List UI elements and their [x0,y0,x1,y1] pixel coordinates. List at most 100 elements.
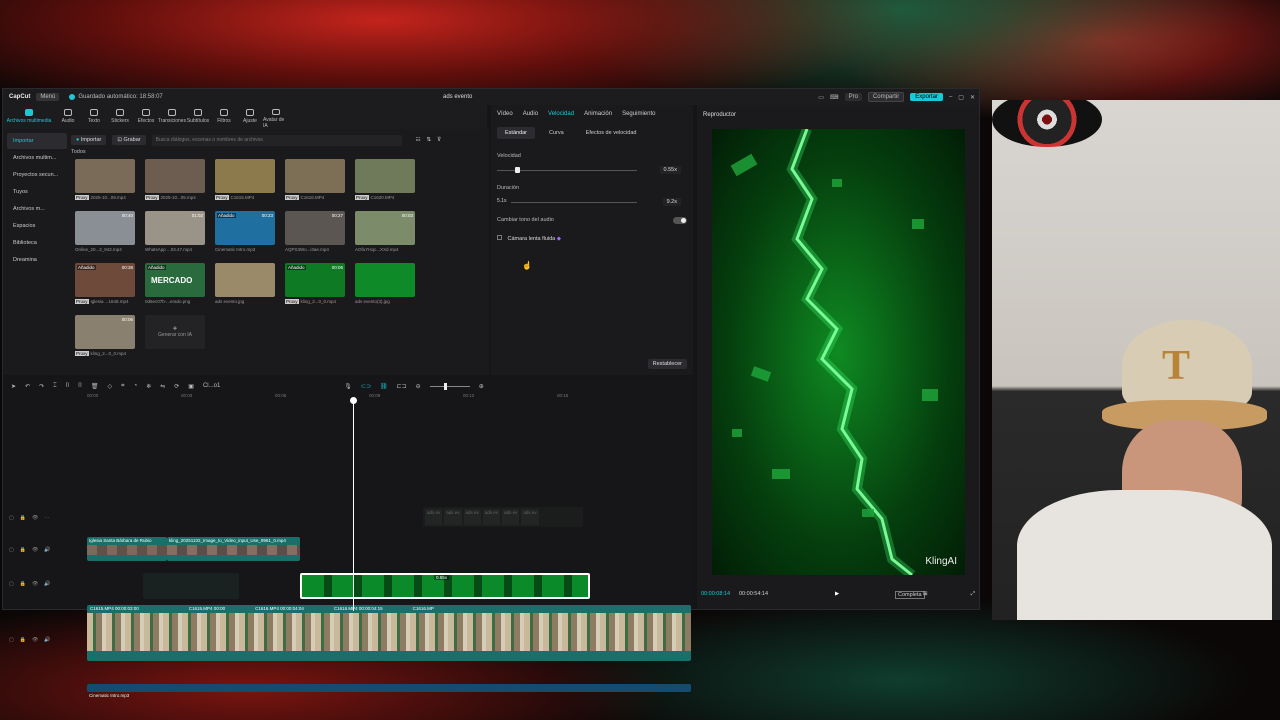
media-item[interactable]: ads evento(3).jpg [355,263,415,311]
delete-icon[interactable]: 🗑 [91,383,99,390]
sidebar-item-7[interactable]: Dreamina [7,252,67,268]
generate-ai-button[interactable]: ✚ Generar con IA [145,315,205,363]
media-item[interactable]: 00:06 Proxy kling_2...0_0.mp4 [75,315,135,363]
record-button[interactable]: ⊡ Grabar [112,135,146,145]
duration-value[interactable]: 9.2s [662,198,681,206]
tool-1[interactable]: Audio [55,105,81,129]
redo-icon[interactable]: ↷ [39,383,44,390]
menu-button[interactable]: Menú [36,93,60,101]
video-preview[interactable]: KlingAI [712,129,965,575]
shortcut-icon[interactable]: ⌨ [830,94,839,101]
minimize-icon[interactable]: – [949,94,952,100]
main-video-track[interactable]: C1615.MP4 00:00:03:00 C1615.MP4 00:00 C161… [87,605,691,661]
speed-value[interactable]: 0.55x [659,166,681,174]
tool-2[interactable]: Texto [81,105,107,129]
smooth-checkbox[interactable] [497,235,502,240]
media-item[interactable]: 00:03 AOfuYHqc...XXd.mp4 [355,211,415,259]
track-header-1[interactable]: ▢ 🔒 👁 ⋯ [9,515,49,521]
marker-icon[interactable]: ◇ [108,383,113,390]
media-item[interactable]: Añadido MERCADO 0d6ec07b-...erado.png [145,263,205,311]
tab-1[interactable]: Audio [523,111,538,117]
tab-0[interactable]: Vídeo [497,111,513,117]
split-left-icon[interactable]: ⌷ [66,383,70,390]
grid-view-icon[interactable]: ☷ [416,137,421,143]
media-item[interactable]: 00:06 Añadido Proxy kling_2...0_0.mp4 [285,263,345,311]
zoom-label[interactable]: Cl...o1 [203,383,220,389]
import-button[interactable]: ● Importar [71,135,107,145]
speed-slider[interactable]: 0.55x [497,165,687,175]
subtab-1[interactable]: Curva [541,127,572,139]
mirror-icon[interactable]: ⇋ [160,383,165,390]
clip-kling[interactable]: kling_20251102_Image_to_Video_input_Use_… [167,537,300,561]
tool-8[interactable]: Ajuste [237,105,263,129]
audio-track[interactable]: Cinematic Intro.mp3 [87,684,691,698]
play-icon[interactable]: ▶ [835,591,839,597]
freeze-icon[interactable]: ❄ [146,383,151,390]
track-header-main[interactable]: ▢ 🔒 👁 🔊 [9,637,51,643]
mic-icon[interactable]: 🎙 [344,383,352,390]
maximize-icon[interactable]: ▢ [958,94,964,101]
track-header-3[interactable]: ▢ 🔒 👁 🔊 [9,581,51,587]
smooth-row[interactable]: Cámara lenta fluida ◆ [491,235,693,242]
fullscreen-icon[interactable]: ⤢ [971,591,975,598]
tool-7[interactable]: Filtros [211,105,237,129]
split-right-icon[interactable]: ⌷ [78,383,82,390]
duration-slider[interactable]: 5.1s 9.2s [497,197,687,207]
split-icon[interactable]: ⌶ [53,383,57,390]
sidebar-item-3[interactable]: Tuyos [7,184,67,200]
sidebar-item-0[interactable]: Importar [7,133,67,149]
tool-4[interactable]: Efectos [133,105,159,129]
reset-button[interactable]: Restablecer [647,359,687,369]
subtab-0[interactable]: Estándar [497,127,536,139]
select-icon[interactable]: ➤ [11,383,16,390]
zoom-out-icon[interactable]: ⊖ [416,383,421,390]
sidebar-item-5[interactable]: Espacios [7,218,67,234]
subtab-2[interactable]: Efectos de velocidad [578,127,645,139]
tool-6[interactable]: Subtítulos [185,105,211,129]
share-button[interactable]: Compartir [867,92,905,102]
layout-icon[interactable]: ▭ [818,94,824,101]
export-button[interactable]: Exportar [910,93,943,101]
link-icon[interactable]: ⛓ [380,383,388,390]
screenshot-icon[interactable]: ⊞ [923,591,928,597]
tab-3[interactable]: Animación [584,111,612,117]
sidebar-item-1[interactable]: Archivos multim... [7,150,67,166]
pitch-toggle[interactable] [673,217,687,224]
tab-4[interactable]: Seguimiento [622,111,655,117]
media-item[interactable]: 01:02 WhatsApp ...03.47.mp4 [145,211,205,259]
magnet-icon[interactable]: ⊂⊃ [361,383,371,390]
tool-9[interactable]: Avatar de IA [263,105,289,129]
sort-icon[interactable]: ⇅ [427,137,432,143]
tool-0[interactable]: Archivos multimedia [3,105,55,129]
sidebar-item-6[interactable]: Biblioteca [7,235,67,251]
search-input[interactable]: Busca diálogos, escenas o nombres de arc… [151,134,402,146]
selected-lightning-clip[interactable]: 0.55x [300,573,590,599]
pro-button[interactable]: Pro [844,93,862,101]
tool-5[interactable]: Transiciones [158,105,186,129]
media-item[interactable]: 00:38 Añadido Proxy Iglesia ...1648.mp4 [75,263,135,311]
filter-icon[interactable]: ⊽ [437,137,441,143]
speed-icon[interactable]: ◔ [134,383,138,389]
tool-3[interactable]: Stickers [107,105,133,129]
clip-church[interactable]: Iglesia Santa Bárbara de Rubio [87,537,167,561]
media-item[interactable]: 00:27 AQPS3Wo...i3ae.mp4 [285,211,345,259]
media-item[interactable]: Proxy 2025-10...09.mp4 [75,159,135,207]
preview-icon[interactable]: ⊏⊐ [397,383,407,390]
ratio-button[interactable]: Completa [895,591,925,599]
crop2-icon[interactable]: ▣ [188,383,194,390]
media-item[interactable]: Proxy 2025-10...05.mp4 [145,159,205,207]
zoom-slider[interactable] [429,382,470,390]
zoom-in-icon[interactable]: ⊕ [479,383,484,390]
media-item[interactable]: 00:23 Añadido Cinematic Intro.mp3 [215,211,275,259]
rotate-icon[interactable]: ⟳ [174,383,179,390]
media-item[interactable]: Proxy C1615.MP4 [215,159,275,207]
crop-icon[interactable]: ⌗ [121,383,124,390]
sidebar-item-4[interactable]: Archivos m... [7,201,67,217]
sidebar-item-2[interactable]: Proyectos secun... [7,167,67,183]
track-header-2[interactable]: ▢ 🔒 👁 🔊 [9,547,51,553]
media-item[interactable]: 00:40 Online_20...2_942.mp4 [75,211,135,259]
media-item[interactable]: ads evento.jpg [215,263,275,311]
media-item[interactable]: Proxy C1620.MP4 [355,159,415,207]
tab-2[interactable]: Velocidad [548,111,574,117]
playhead[interactable] [350,397,357,611]
